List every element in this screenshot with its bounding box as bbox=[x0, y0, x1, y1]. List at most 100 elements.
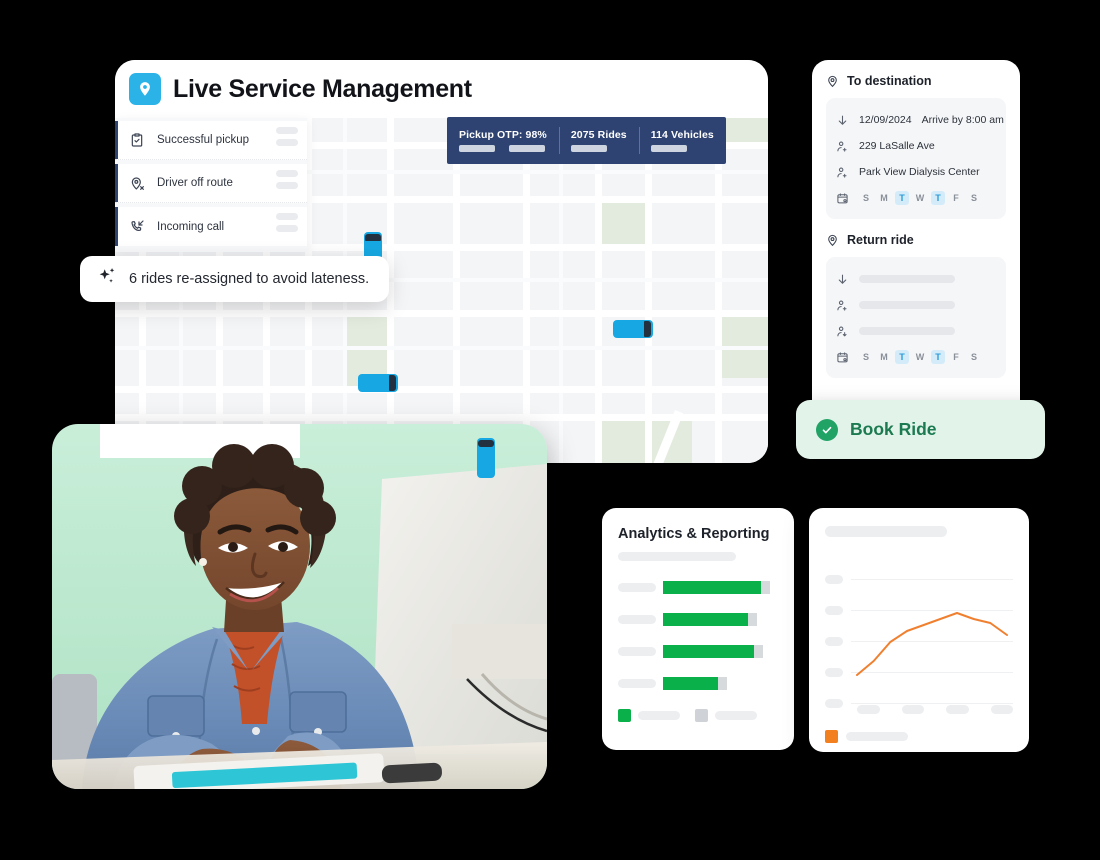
page-title: Live Service Management bbox=[173, 74, 472, 103]
map-park-block bbox=[600, 202, 648, 244]
day-toggle[interactable]: F bbox=[949, 191, 963, 205]
return-days-row[interactable]: SMTWTFS bbox=[836, 344, 996, 370]
legend-label-placeholder bbox=[638, 711, 680, 720]
stat-label: 114 Vehicles bbox=[650, 129, 714, 141]
sidebar-item-successful-pickup[interactable]: Successful pickup bbox=[115, 121, 307, 160]
map-vehicle-marker[interactable] bbox=[358, 374, 398, 392]
legend-label-placeholder bbox=[715, 711, 757, 720]
day-toggle[interactable]: W bbox=[913, 191, 927, 205]
destination-pickup-address: 229 LaSalle Ave bbox=[859, 140, 935, 152]
bar-track bbox=[663, 645, 763, 658]
location-pin-icon bbox=[129, 73, 161, 105]
arrow-down-icon bbox=[836, 273, 849, 286]
map-vehicle-marker[interactable] bbox=[613, 320, 653, 338]
hero-photo bbox=[52, 424, 547, 789]
book-ride-button[interactable]: Book Ride bbox=[796, 400, 1045, 459]
day-toggle[interactable]: T bbox=[931, 191, 945, 205]
bar-chart-row bbox=[618, 613, 778, 626]
bar-remainder bbox=[754, 645, 763, 658]
return-ride-details[interactable]: SMTWTFS bbox=[826, 257, 1006, 378]
destination-days-row[interactable]: SMTWTFS bbox=[836, 185, 996, 211]
day-toggle[interactable]: S bbox=[859, 350, 873, 364]
clipboard-check-icon bbox=[129, 132, 145, 148]
sidebar-item-driver-off-route[interactable]: Driver off route bbox=[115, 164, 307, 203]
destination-pickup-row: 229 LaSalle Ave bbox=[836, 133, 996, 159]
return-placeholder-bar bbox=[859, 275, 955, 283]
x-axis-tick-placeholder bbox=[946, 705, 969, 714]
legend-swatch-series bbox=[825, 730, 838, 743]
day-toggle[interactable]: W bbox=[913, 350, 927, 364]
map-park-block bbox=[719, 118, 768, 142]
bar-category-placeholder bbox=[618, 615, 656, 624]
person-arrow-down-icon bbox=[836, 325, 849, 338]
toast-notification: 6 rides re-assigned to avoid lateness. bbox=[80, 256, 390, 302]
alert-placeholder-pills bbox=[276, 127, 298, 146]
day-selector[interactable]: SMTWTFS bbox=[859, 350, 981, 364]
trend-x-axis bbox=[851, 705, 1013, 714]
bar-fill bbox=[663, 677, 718, 690]
sparkle-icon bbox=[96, 266, 118, 293]
analytics-legend bbox=[618, 709, 778, 722]
destination-details[interactable]: 12/09/2024 Arrive by 8:00 am 229 LaSalle… bbox=[826, 98, 1006, 219]
destination-date: 12/09/2024 bbox=[859, 114, 912, 126]
bar-fill bbox=[663, 581, 761, 594]
book-ride-label: Book Ride bbox=[850, 419, 937, 439]
sidebar-item-incoming-call[interactable]: Incoming call bbox=[115, 207, 307, 246]
day-toggle[interactable]: T bbox=[895, 191, 909, 205]
bar-track bbox=[663, 677, 727, 690]
section-title: Return ride bbox=[847, 233, 914, 247]
destination-dropoff-address: Park View Dialysis Center bbox=[859, 166, 980, 178]
map-stats-bar: Pickup OTP: 98% 2075 Rides 114 Vehicles bbox=[447, 117, 726, 164]
arrow-down-icon bbox=[836, 114, 849, 127]
stat-pickup-otp: Pickup OTP: 98% bbox=[447, 117, 559, 164]
stat-vehicles: 114 Vehicles bbox=[638, 117, 726, 164]
legend-label-placeholder bbox=[846, 732, 908, 741]
pin-off-icon bbox=[129, 175, 145, 191]
person-add-icon bbox=[836, 140, 849, 153]
stat-label: 2075 Rides bbox=[570, 129, 627, 141]
day-toggle[interactable]: T bbox=[895, 350, 909, 364]
alerts-sidebar: Successful pickup Driver off route Incom… bbox=[115, 118, 307, 252]
y-axis-tick-placeholder bbox=[825, 606, 843, 615]
return-datetime-row bbox=[836, 266, 996, 292]
bar-track bbox=[663, 613, 757, 626]
y-axis-tick-placeholder bbox=[825, 637, 843, 646]
stat-placeholder-bar bbox=[459, 145, 495, 152]
bar-chart-row bbox=[618, 677, 778, 690]
x-axis-tick-placeholder bbox=[857, 705, 880, 714]
legend-swatch-primary bbox=[618, 709, 631, 722]
day-toggle[interactable]: M bbox=[877, 350, 891, 364]
day-toggle[interactable]: F bbox=[949, 350, 963, 364]
destination-arrival-time: Arrive by 8:00 am bbox=[921, 114, 1004, 126]
location-pin-outline-icon bbox=[826, 234, 839, 247]
bar-remainder bbox=[718, 677, 727, 690]
day-toggle[interactable]: T bbox=[931, 350, 945, 364]
bar-fill bbox=[663, 645, 754, 658]
day-toggle[interactable]: M bbox=[877, 191, 891, 205]
toast-message: 6 rides re-assigned to avoid lateness. bbox=[129, 271, 370, 287]
stat-placeholder-bar bbox=[650, 145, 687, 152]
location-pin-outline-icon bbox=[826, 75, 839, 88]
day-toggle[interactable]: S bbox=[967, 191, 981, 205]
alert-placeholder-pills bbox=[276, 170, 298, 189]
y-axis-tick-placeholder bbox=[825, 575, 843, 584]
y-axis-tick-placeholder bbox=[825, 668, 843, 677]
day-toggle[interactable]: S bbox=[967, 350, 981, 364]
bar-remainder bbox=[761, 581, 770, 594]
calendar-icon bbox=[836, 192, 849, 205]
destination-datetime-row: 12/09/2024 Arrive by 8:00 am bbox=[836, 107, 1004, 133]
analytics-reporting-card: Analytics & Reporting bbox=[602, 508, 794, 750]
trend-line-path bbox=[857, 613, 1007, 675]
x-axis-tick-placeholder bbox=[990, 705, 1013, 714]
photo-illustration bbox=[52, 424, 547, 789]
x-axis-tick-placeholder bbox=[901, 705, 924, 714]
day-toggle[interactable]: S bbox=[859, 191, 873, 205]
bar-track bbox=[663, 581, 770, 594]
alert-placeholder-pills bbox=[276, 213, 298, 232]
destination-dropoff-row: Park View Dialysis Center bbox=[836, 159, 996, 185]
day-selector[interactable]: SMTWTFS bbox=[859, 191, 981, 205]
dashboard-header: Live Service Management bbox=[115, 60, 768, 118]
sidebar-item-label: Successful pickup bbox=[157, 134, 250, 146]
trend-chart-card bbox=[809, 508, 1029, 752]
person-arrow-icon bbox=[836, 166, 849, 179]
